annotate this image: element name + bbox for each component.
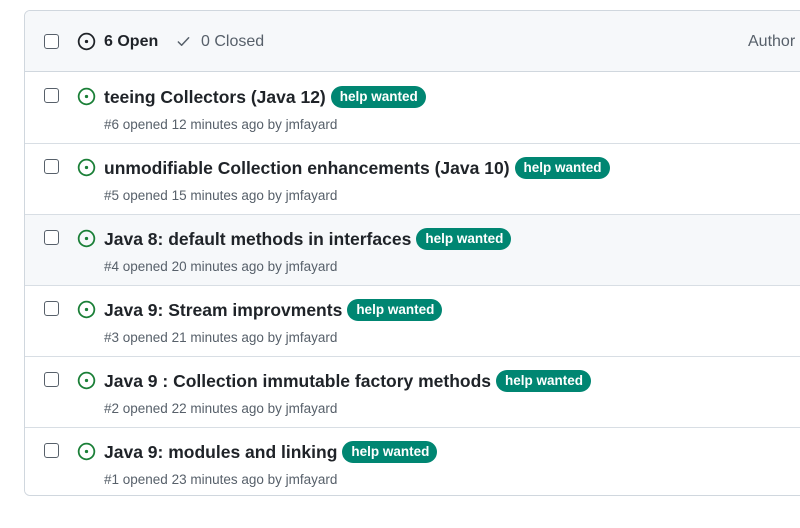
- help-wanted-label[interactable]: help wanted: [416, 228, 512, 250]
- issue-opened-icon: [77, 371, 96, 390]
- issue-title-line: teeing Collectors (Java 12) help wanted: [104, 86, 426, 108]
- issue-checkbox[interactable]: [44, 443, 59, 458]
- issue-opened-icon: [77, 87, 96, 106]
- issue-meta: #6 opened 12 minutes ago by jmfayard: [104, 117, 338, 132]
- issue-title-line: unmodifiable Collection enhancements (Ja…: [104, 157, 610, 179]
- issue-checkbox[interactable]: [44, 372, 59, 387]
- issue-checkbox[interactable]: [44, 301, 59, 316]
- help-wanted-label[interactable]: help wanted: [514, 157, 610, 179]
- help-wanted-label[interactable]: help wanted: [347, 299, 443, 321]
- help-wanted-label[interactable]: help wanted: [496, 370, 592, 392]
- issue-opened-icon: [77, 442, 96, 461]
- issue-opened-icon: [77, 229, 96, 248]
- issue-row[interactable]: Java 9 : Collection immutable factory me…: [25, 357, 800, 428]
- issue-opened-icon: [77, 300, 96, 319]
- issue-title-line: Java 8: default methods in interfaces hel…: [104, 228, 512, 250]
- issue-opened-icon: [77, 158, 96, 177]
- issue-opened-icon: [77, 32, 96, 51]
- issues-list-header: 6 Open 0 Closed Author: [25, 11, 800, 72]
- closed-issues-tab[interactable]: 0 Closed: [201, 32, 264, 51]
- issue-title-line: Java 9: Stream improvments help wanted: [104, 299, 443, 321]
- issue-row[interactable]: teeing Collectors (Java 12) help wanted #6…: [25, 73, 800, 144]
- select-all-checkbox[interactable]: [44, 34, 59, 49]
- issue-row[interactable]: unmodifiable Collection enhancements (Ja…: [25, 144, 800, 215]
- open-issues-tab[interactable]: 6 Open: [104, 32, 158, 51]
- issue-meta: #5 opened 15 minutes ago by jmfayard: [104, 188, 338, 203]
- issue-title-link[interactable]: Java 9: modules and linking: [104, 442, 337, 463]
- author-filter-dropdown[interactable]: Author: [748, 32, 795, 51]
- issue-row[interactable]: Java 9: Stream improvments help wanted #3 …: [25, 286, 800, 357]
- issue-checkbox[interactable]: [44, 88, 59, 103]
- issues-list: 6 Open 0 Closed Author teeing Collectors…: [24, 10, 800, 496]
- check-icon: [177, 37, 190, 46]
- issue-title-link[interactable]: Java 8: default methods in interfaces: [104, 229, 411, 250]
- help-wanted-label[interactable]: help wanted: [342, 441, 438, 463]
- issue-title-link[interactable]: teeing Collectors (Java 12): [104, 87, 326, 108]
- issue-title-link[interactable]: Java 9: Stream improvments: [104, 300, 342, 321]
- issue-title-line: Java 9 : Collection immutable factory me…: [104, 370, 592, 392]
- issue-checkbox[interactable]: [44, 159, 59, 174]
- issue-title-link[interactable]: unmodifiable Collection enhancements (Ja…: [104, 158, 510, 179]
- issue-meta: #2 opened 22 minutes ago by jmfayard: [104, 401, 338, 416]
- issue-meta: #1 opened 23 minutes ago by jmfayard: [104, 472, 338, 487]
- issue-meta: #4 opened 20 minutes ago by jmfayard: [104, 259, 338, 274]
- issue-checkbox[interactable]: [44, 230, 59, 245]
- issue-meta: #3 opened 21 minutes ago by jmfayard: [104, 330, 338, 345]
- issue-row[interactable]: Java 8: default methods in interfaces hel…: [25, 215, 800, 286]
- issue-row[interactable]: Java 9: modules and linking help wanted #1…: [25, 428, 800, 495]
- help-wanted-label[interactable]: help wanted: [330, 86, 426, 108]
- issue-title-link[interactable]: Java 9 : Collection immutable factory me…: [104, 371, 491, 392]
- issue-title-line: Java 9: modules and linking help wanted: [104, 441, 438, 463]
